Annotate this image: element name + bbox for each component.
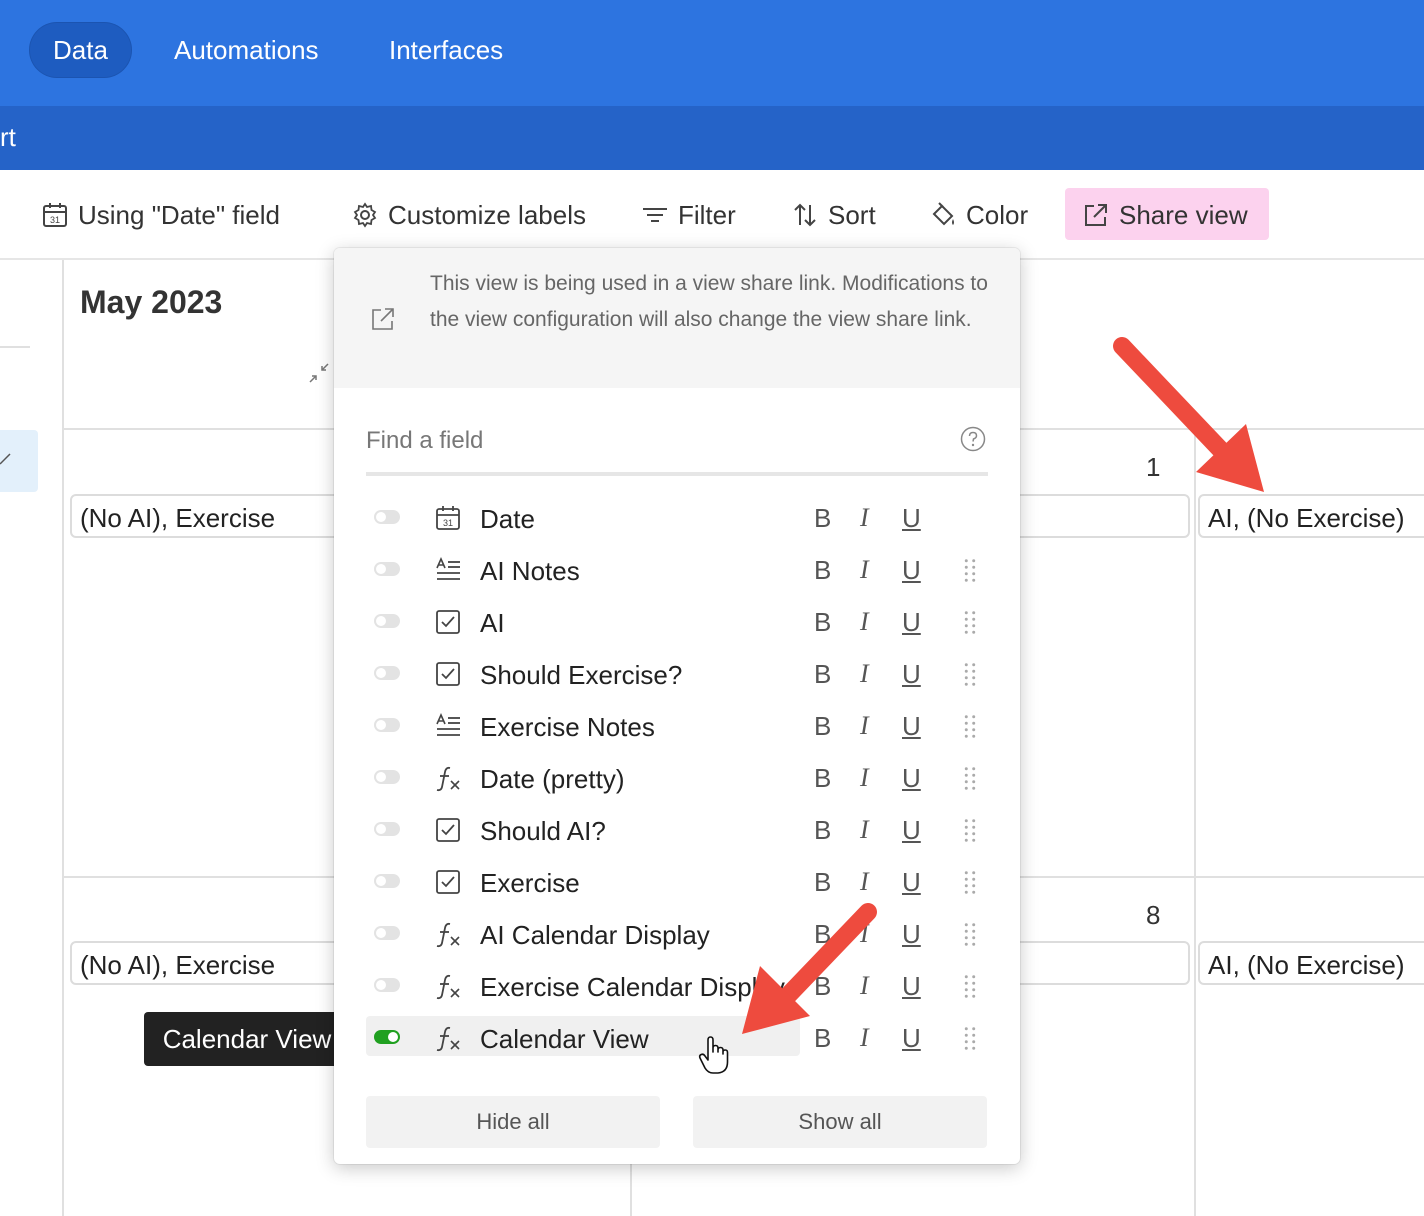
hand-cursor-icon [698,1036,729,1074]
annotation-arrow [1113,337,1264,492]
annotation-arrow [742,903,877,1034]
annotation-arrows [742,337,1264,1034]
